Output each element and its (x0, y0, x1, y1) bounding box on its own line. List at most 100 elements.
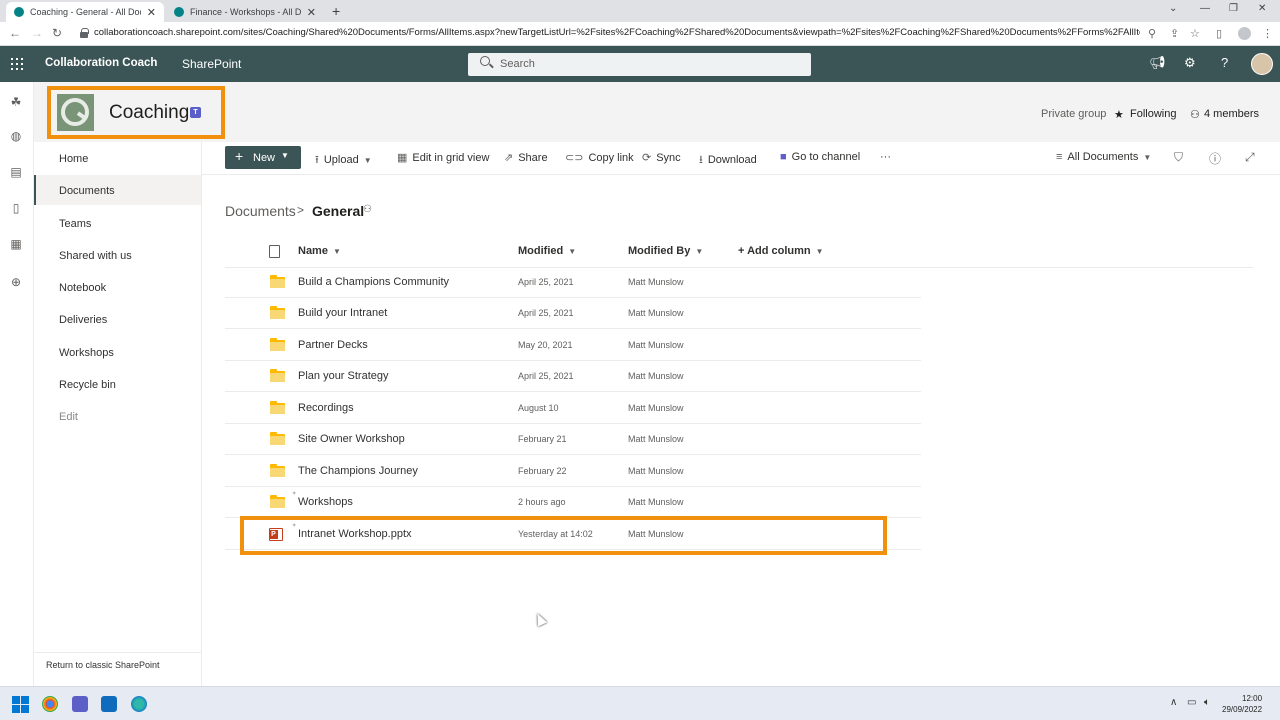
file-modified-by[interactable]: Matt Munslow (628, 371, 684, 381)
file-modified-by[interactable]: Matt Munslow (628, 466, 684, 476)
forward-arrow-icon[interactable]: → (31, 26, 43, 40)
files-icon[interactable]: ▯ (9, 201, 23, 215)
expand-icon[interactable]: ⤢ (1245, 150, 1255, 165)
breadcrumb-current[interactable]: General (312, 203, 364, 219)
file-modified-by[interactable]: Matt Munslow (628, 308, 684, 318)
close-tab-icon[interactable]: ✕ (307, 6, 316, 19)
list-item[interactable]: Plan your Strategy April 25, 2021 Matt M… (225, 361, 921, 392)
globe-icon[interactable]: ◍ (9, 129, 23, 143)
nav-item-notebook[interactable]: Notebook (34, 272, 201, 302)
following-button[interactable]: Following (1130, 108, 1176, 120)
column-header-modified[interactable]: Modified ▼ (518, 245, 576, 257)
view-selector[interactable]: ≡ All Documents ▼ (1056, 151, 1151, 163)
bookmark-star-icon[interactable]: ☆ (1190, 27, 1200, 40)
info-icon[interactable]: ⓘ (1209, 150, 1221, 167)
file-name[interactable]: Plan your Strategy (298, 370, 389, 382)
list-item[interactable]: ⁺ Workshops 2 hours ago Matt Munslow (225, 487, 921, 518)
file-name[interactable]: Build your Intranet (298, 307, 387, 319)
file-modified-by[interactable]: Matt Munslow (628, 434, 684, 444)
list-item[interactable]: Site Owner Workshop February 21 Matt Mun… (225, 424, 921, 455)
file-modified-by[interactable]: Matt Munslow (628, 403, 684, 413)
more-options-button[interactable]: ··· (880, 151, 891, 163)
minimize-window-icon[interactable]: — (1200, 3, 1210, 14)
organization-name[interactable]: Collaboration Coach (45, 57, 157, 69)
file-name[interactable]: Recordings (298, 402, 354, 414)
file-name[interactable]: Partner Decks (298, 339, 368, 351)
close-tab-icon[interactable]: ✕ (147, 6, 156, 19)
filter-icon[interactable]: ⛉ (1174, 150, 1183, 165)
nav-item-teams[interactable]: Teams (34, 208, 201, 238)
show-hidden-icons-chevron-icon[interactable]: ∧ (1170, 697, 1177, 708)
nav-item-shared-with-us[interactable]: Shared with us (34, 240, 201, 270)
news-icon[interactable]: ▤ (9, 165, 23, 179)
add-column-button[interactable]: + Add column ▼ (738, 245, 824, 257)
file-name[interactable]: Site Owner Workshop (298, 433, 405, 445)
new-tab-icon[interactable]: + (332, 3, 340, 19)
nav-item-recycle-bin[interactable]: Recycle bin (34, 369, 201, 399)
reload-icon[interactable]: ↻ (52, 26, 62, 40)
teams-icon[interactable] (72, 696, 88, 712)
people-icon[interactable]: ⚇ (363, 204, 372, 215)
column-header-modified-by[interactable]: Modified By ▼ (628, 245, 703, 257)
breadcrumb-documents[interactable]: Documents (225, 203, 296, 219)
list-item[interactable]: Partner Decks May 20, 2021 Matt Munslow (225, 330, 921, 361)
nav-edit-link[interactable]: Edit (34, 401, 201, 431)
file-name[interactable]: Workshops (298, 496, 353, 508)
browser-tab-coaching[interactable]: Coaching - General - All Docume ✕ (6, 2, 164, 22)
system-clock[interactable]: 12:00 29/09/2022 (1222, 693, 1262, 715)
copy-link-button[interactable]: ⊂⊃ Copy link (565, 151, 634, 164)
browser-tab-finance[interactable]: Finance - Workshops - All Docum ✕ (166, 2, 324, 22)
share-button[interactable]: ⇗ Share (504, 151, 548, 164)
network-icon[interactable]: ▭ (1187, 697, 1196, 708)
gear-icon[interactable]: ⚙ (1184, 55, 1196, 71)
close-window-icon[interactable]: ✕ (1258, 3, 1266, 14)
nav-item-deliveries[interactable]: Deliveries (34, 304, 201, 334)
app-launcher-icon[interactable] (11, 58, 23, 70)
list-item[interactable]: Build your Intranet April 25, 2021 Matt … (225, 298, 921, 329)
nav-item-workshops[interactable]: Workshops (34, 337, 201, 367)
help-icon[interactable]: ? (1221, 55, 1228, 70)
following-star-icon[interactable]: ★ (1114, 108, 1124, 121)
sharepoint-app-link[interactable]: SharePoint (182, 57, 241, 71)
file-name[interactable]: The Champions Journey (298, 465, 418, 477)
tab-search-chevron-icon[interactable]: ⌄ (1169, 3, 1177, 14)
search-input[interactable]: Search (468, 53, 811, 76)
browser-menu-icon[interactable]: ⋮ (1262, 27, 1273, 40)
lists-icon[interactable]: ▦ (9, 237, 23, 251)
browser-profile-avatar[interactable] (1238, 27, 1251, 40)
windows-start-icon[interactable] (12, 696, 29, 713)
user-avatar[interactable] (1251, 53, 1273, 75)
url-field[interactable]: collaborationcoach.sharepoint.com/sites/… (94, 27, 1140, 38)
download-button[interactable]: ⭳ Download (699, 151, 757, 170)
edge-icon[interactable] (131, 696, 147, 712)
members-button[interactable]: 4 members (1204, 108, 1259, 120)
zoom-icon[interactable]: ⚲ (1148, 27, 1156, 40)
volume-icon[interactable]: 🔈︎ (1204, 697, 1210, 708)
upload-button[interactable]: ⭱ Upload ▼ (315, 151, 372, 170)
new-button[interactable]: + New ▼ (225, 146, 301, 169)
side-panel-icon[interactable]: ▯ (1216, 27, 1222, 40)
megaphone-icon[interactable]: 📢︎ (1149, 55, 1166, 71)
sharepoint-home-icon[interactable]: ☘ (9, 95, 23, 109)
list-item[interactable]: The Champions Journey February 22 Matt M… (225, 456, 921, 487)
return-to-classic-link[interactable]: Return to classic SharePoint (46, 660, 160, 670)
file-modified-by[interactable]: Matt Munslow (628, 340, 684, 350)
list-item[interactable]: Recordings August 10 Matt Munslow (225, 393, 921, 424)
go-to-channel-button[interactable]: ■ Go to channel (780, 151, 860, 163)
sync-button[interactable]: ⟳ Sync (642, 151, 681, 164)
share-page-icon[interactable]: ⇪ (1170, 27, 1179, 40)
file-type-header-icon[interactable] (269, 245, 280, 258)
file-modified-by[interactable]: Matt Munslow (628, 277, 684, 287)
create-icon[interactable]: ⊕ (9, 275, 23, 289)
file-name[interactable]: Build a Champions Community (298, 276, 449, 288)
restore-window-icon[interactable]: ❐ (1229, 3, 1238, 14)
edit-grid-view-button[interactable]: ▦ Edit in grid view (397, 151, 489, 164)
file-modified-by[interactable]: Matt Munslow (628, 497, 684, 507)
back-arrow-icon[interactable]: ← (9, 26, 21, 40)
outlook-icon[interactable] (101, 696, 117, 712)
column-header-name[interactable]: Name ▼ (298, 245, 341, 257)
list-item[interactable]: Build a Champions Community April 25, 20… (225, 267, 921, 298)
chrome-icon[interactable] (42, 696, 58, 712)
nav-item-home[interactable]: Home (34, 143, 201, 173)
person-icon[interactable]: ⚇ (1190, 108, 1200, 121)
